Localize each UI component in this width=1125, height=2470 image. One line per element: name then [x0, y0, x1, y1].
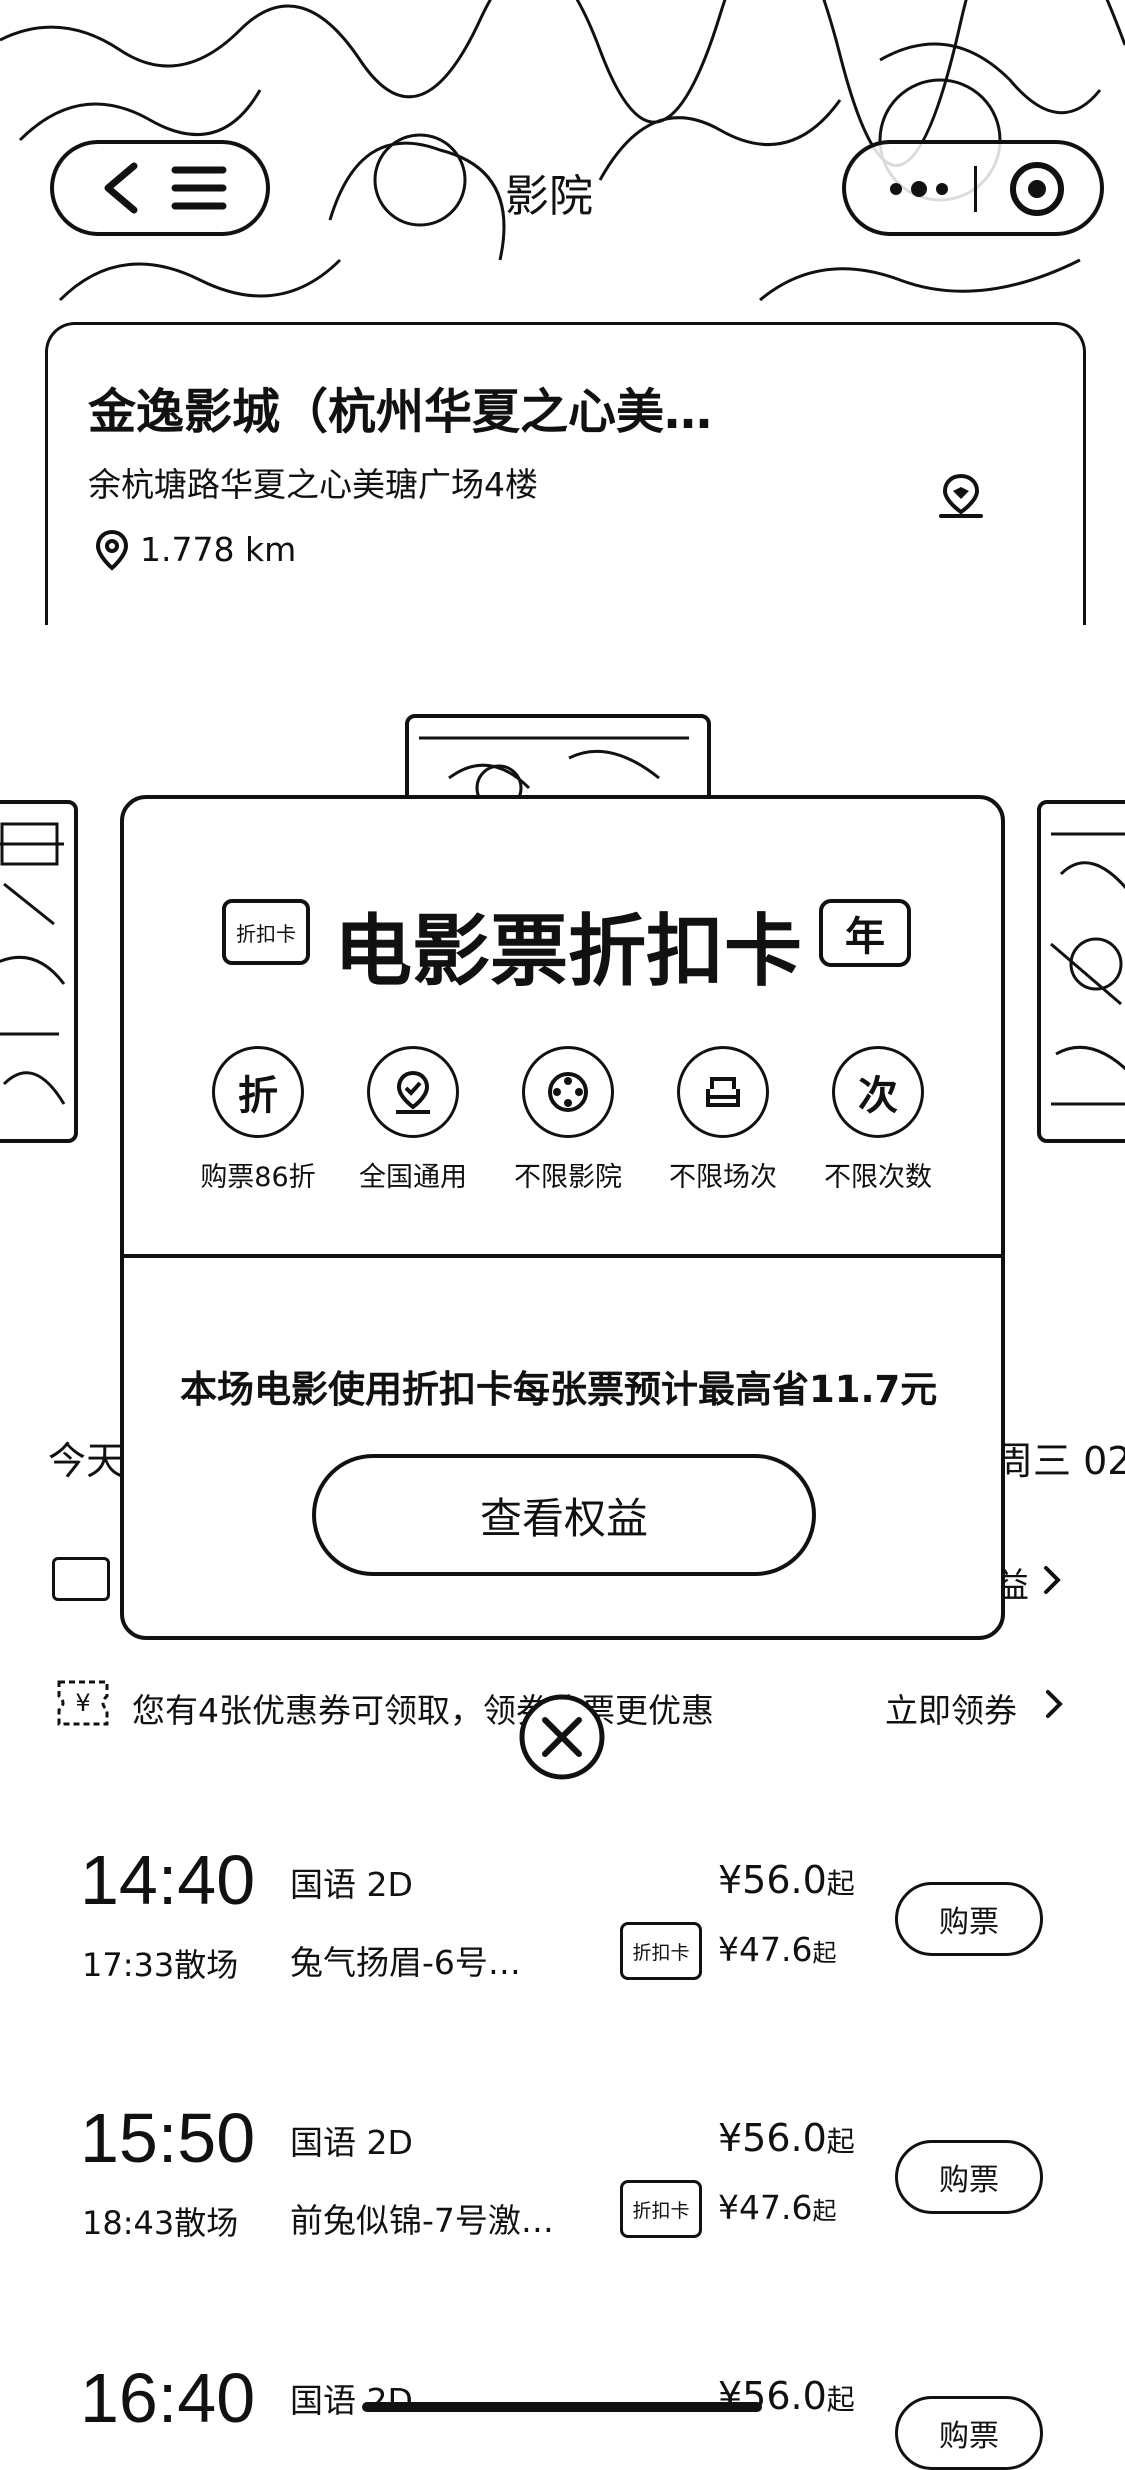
- benefit-label: 购票86折: [200, 1162, 316, 1193]
- benefit-label: 不限影院: [514, 1162, 622, 1193]
- view-benefits-button[interactable]: 查看权益: [312, 1454, 816, 1576]
- card-tag-label: 折扣卡: [632, 2199, 690, 2222]
- price-value: ¥56.0: [718, 1858, 827, 1902]
- menu-icon[interactable]: [169, 162, 229, 214]
- card-price-value: ¥47.6: [718, 2188, 813, 2227]
- discount-card-tag: 折扣卡: [620, 2180, 702, 2238]
- buy-label: 购票: [939, 1905, 999, 1940]
- showtime-benefit-icon: [677, 1046, 769, 1138]
- card-badge: 折扣卡: [222, 899, 310, 965]
- showtime-start: 14:40: [80, 1841, 256, 1919]
- coupon-icon: ¥: [57, 1680, 109, 1726]
- page-title: 影院: [505, 171, 593, 222]
- chevron-right-icon: [1044, 1566, 1061, 1594]
- cinema-distance: 1.778 km: [140, 530, 297, 569]
- date-tab-today[interactable]: 今天: [48, 1430, 124, 1485]
- saving-text: 本场电影使用折扣卡每张票预计最高省11.7元: [180, 1368, 938, 1411]
- card-price-suffix: 起: [812, 1939, 837, 1967]
- showtime-hall: 兔气扬眉-6号…: [290, 1943, 521, 1982]
- card-tag-label: 折扣卡: [632, 1941, 690, 1964]
- nationwide-benefit-icon: [367, 1046, 459, 1138]
- claim-coupon-link[interactable]: 立即领券: [885, 1684, 1017, 1732]
- close-icon[interactable]: [515, 1690, 609, 1784]
- showtime-language: 国语 2D: [290, 2381, 413, 2420]
- card-price: ¥47.6起: [718, 1930, 836, 1969]
- miniprogram-capsule: [842, 140, 1104, 236]
- benefit-label: 不限次数: [824, 1162, 932, 1193]
- cinema-benefit-icon: [522, 1046, 614, 1138]
- benefit-label: 不限场次: [669, 1162, 777, 1193]
- card-price: ¥47.6起: [718, 2188, 836, 2227]
- times-benefit-icon: 次: [832, 1046, 924, 1138]
- view-benefits-label: 查看权益: [479, 1493, 648, 1543]
- poster-right[interactable]: [1037, 800, 1125, 1143]
- price-value: ¥56.0: [718, 2116, 827, 2160]
- price-suffix: 起: [826, 1867, 855, 1900]
- price-suffix: 起: [826, 2125, 855, 2158]
- showtime-hall: 前兔似锦-7号激…: [290, 2201, 554, 2240]
- cinema-name: 金逸影城（杭州华夏之心美…: [88, 384, 713, 440]
- poster-left[interactable]: [0, 800, 78, 1143]
- discount-glyph: 折: [238, 1073, 278, 1119]
- card-price-value: ¥47.6: [718, 1930, 813, 1969]
- showtime-end: 17:33散场: [82, 1946, 239, 1984]
- buy-label: 购票: [939, 2419, 999, 2454]
- card-price-suffix: 起: [812, 2197, 837, 2225]
- showtime-language: 国语 2D: [290, 1865, 413, 1904]
- price-suffix: 起: [826, 2383, 855, 2416]
- coupon-text: 您有4张优惠券可领取，领券购票更优惠: [132, 1691, 714, 1730]
- discount-benefit-icon: 折: [212, 1046, 304, 1138]
- year-badge: 年: [819, 899, 911, 967]
- showtime-price: ¥56.0起: [718, 1858, 855, 1902]
- home-indicator: [362, 2402, 762, 2412]
- buy-ticket-button[interactable]: 购票: [895, 2396, 1043, 2470]
- card-badge-label: 折扣卡: [236, 921, 296, 946]
- svg-text:¥: ¥: [75, 1689, 90, 1717]
- showtime-price: ¥56.0起: [718, 2116, 855, 2160]
- showtime-end: 18:43散场: [82, 2204, 239, 2242]
- more-icon[interactable]: [884, 164, 954, 214]
- showtime-language: 国语 2D: [290, 2123, 413, 2162]
- benefit-label: 全国通用: [359, 1162, 467, 1193]
- modal-divider: [124, 1254, 1001, 1258]
- chevron-right-icon: [1046, 1690, 1063, 1718]
- year-badge-label: 年: [845, 914, 885, 960]
- buy-label: 购票: [939, 2163, 999, 2198]
- navigate-icon[interactable]: [935, 470, 987, 522]
- back-home-pill: [50, 140, 270, 236]
- times-glyph: 次: [858, 1073, 898, 1119]
- discount-card-tag: 折扣卡: [620, 1922, 702, 1980]
- capsule-divider: [974, 166, 977, 212]
- buy-ticket-button[interactable]: 购票: [895, 1882, 1043, 1956]
- modal-title: 电影票折扣卡: [334, 907, 803, 997]
- date-tab-wed[interactable]: 周三 02: [995, 1430, 1125, 1485]
- showtime-start: 16:40: [80, 2359, 256, 2437]
- showtime-start: 15:50: [80, 2099, 256, 2177]
- close-miniprogram-icon[interactable]: [1006, 158, 1068, 220]
- cinema-address: 余杭塘路华夏之心美瑭广场4楼: [88, 465, 538, 504]
- discount-card-modal: 折扣卡 电影票折扣卡 年 折 次 购票86折 全国通用 不限影院 不限场次 不限…: [120, 795, 1005, 1640]
- buy-ticket-button[interactable]: 购票: [895, 2140, 1043, 2214]
- back-icon[interactable]: [94, 158, 154, 218]
- location-icon: [95, 529, 129, 571]
- discount-card-icon: [52, 1557, 110, 1601]
